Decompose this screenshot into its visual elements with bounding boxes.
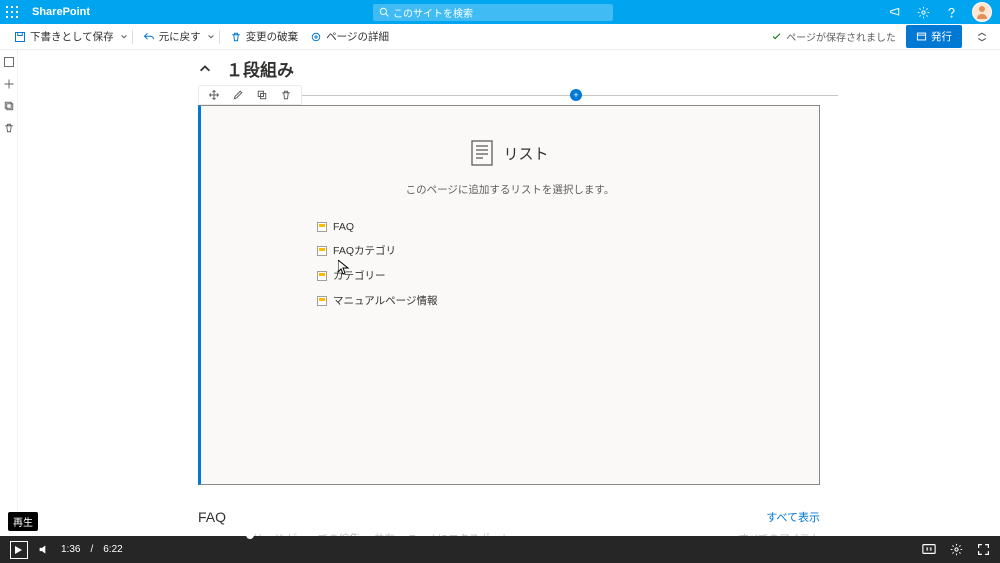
search-input[interactable]: このサイトを検索: [373, 4, 613, 21]
app-launcher[interactable]: [0, 6, 24, 18]
add-webpart-button[interactable]: +: [570, 89, 582, 101]
list-choice-faq-category[interactable]: FAQカテゴリ: [317, 243, 799, 258]
insert-line: +: [302, 95, 838, 96]
save-icon: [14, 31, 26, 43]
save-draft-button[interactable]: 下書きとして保存: [8, 29, 120, 44]
list-choice-category[interactable]: カテゴリー: [317, 268, 799, 283]
discard-changes-button[interactable]: 変更の破棄: [224, 29, 305, 44]
video-controls: 1:36 / 6:22: [0, 536, 1000, 563]
divider: [132, 30, 133, 44]
progress-knob[interactable]: [246, 531, 254, 539]
divider: [219, 30, 220, 44]
progress-track[interactable]: [0, 533, 1000, 536]
undo-button[interactable]: 元に戻す: [137, 29, 207, 44]
play-button[interactable]: [10, 541, 28, 559]
move-icon[interactable]: [207, 88, 221, 102]
publish-button[interactable]: 発行: [906, 25, 962, 48]
lower-heading: FAQ: [198, 509, 226, 525]
check-icon: [771, 31, 782, 42]
rail-move-icon[interactable]: [3, 78, 15, 90]
rail-copy-icon[interactable]: [3, 100, 15, 112]
user-avatar[interactable]: [972, 2, 992, 22]
list-webpart-subtitle: このページに追加するリストを選択します。: [406, 182, 615, 197]
webpart-toolbar: [198, 85, 302, 105]
help-icon[interactable]: [944, 5, 958, 19]
discard-icon: [230, 31, 242, 43]
delete-icon[interactable]: [279, 88, 293, 102]
search-placeholder: このサイトを検索: [393, 5, 473, 20]
left-rail: [0, 50, 18, 536]
list-item-icon: [317, 222, 327, 232]
page-settings-icon: [310, 31, 322, 43]
undo-icon: [143, 31, 155, 43]
settings-icon[interactable]: [950, 543, 963, 556]
section-title: １段組み: [226, 56, 294, 81]
megaphone-icon[interactable]: [888, 5, 902, 19]
list-webpart-title: リスト: [503, 143, 548, 164]
collapse-section-button[interactable]: [198, 62, 212, 76]
chevron-down-icon[interactable]: [207, 33, 215, 41]
list-webpart[interactable]: リスト このページに追加するリストを選択します。 FAQ FAQカテゴリ カテゴ…: [198, 105, 820, 485]
list-choice-manual-page[interactable]: マニュアルページ情報: [317, 293, 799, 308]
show-all-link[interactable]: すべて表示: [766, 509, 820, 525]
time-duration: 6:22: [103, 544, 122, 555]
fullscreen-icon[interactable]: [977, 543, 990, 556]
publish-icon: [916, 31, 927, 42]
brand[interactable]: SharePoint: [24, 6, 98, 18]
settings-icon[interactable]: [916, 5, 930, 19]
page-details-button[interactable]: ページの詳細: [304, 29, 395, 44]
list-choice-faq[interactable]: FAQ: [317, 221, 799, 233]
suite-bar: SharePoint このサイトを検索: [0, 0, 1000, 24]
list-item-icon: [317, 296, 327, 306]
replay-tooltip: 再生: [8, 512, 38, 531]
save-status: ページが保存されました: [771, 29, 896, 44]
editing-canvas: １段組み + リスト このページに追加するリストを選択します。: [0, 50, 1000, 536]
search-icon: [379, 7, 389, 17]
expand-button[interactable]: [972, 27, 992, 47]
edit-icon[interactable]: [231, 88, 245, 102]
volume-icon[interactable]: [38, 543, 51, 556]
duplicate-icon[interactable]: [255, 88, 269, 102]
chevron-down-icon[interactable]: [120, 33, 128, 41]
captions-icon[interactable]: [922, 543, 936, 556]
list-item-icon: [317, 246, 327, 256]
time-current: 1:36: [61, 544, 80, 555]
list-icon: [471, 140, 493, 166]
list-item-icon: [317, 271, 327, 281]
rail-delete-icon[interactable]: [3, 122, 15, 134]
command-bar: 下書きとして保存 元に戻す 変更の破棄 ページの詳細 ページが保存されました 発…: [0, 24, 1000, 50]
rail-section-icon[interactable]: [3, 56, 15, 68]
